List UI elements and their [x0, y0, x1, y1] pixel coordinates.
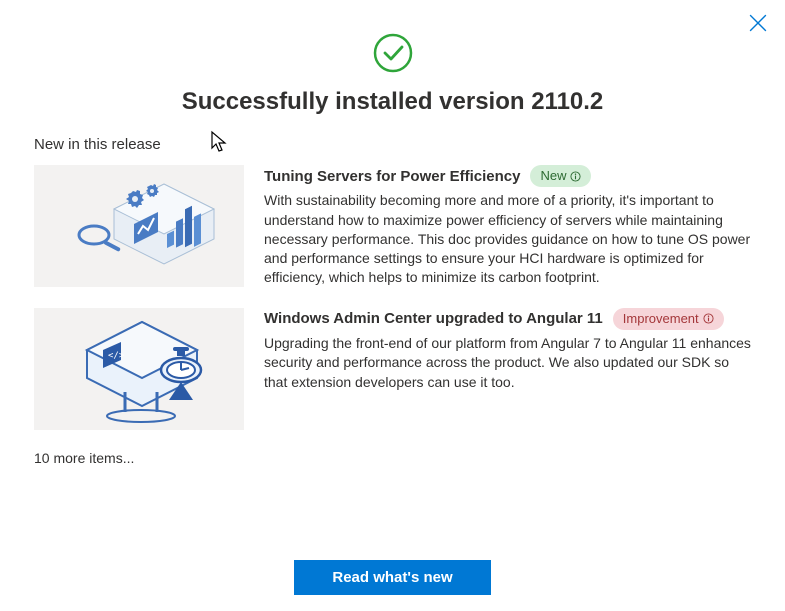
release-title-row: Tuning Servers for Power Efficiency New: [264, 165, 751, 187]
release-thumbnail: [34, 165, 244, 287]
more-items-link[interactable]: 10 more items...: [0, 450, 785, 466]
release-title: Tuning Servers for Power Efficiency: [264, 166, 520, 187]
release-body: Tuning Servers for Power Efficiency New …: [264, 165, 751, 288]
read-whats-new-button[interactable]: Read what's new: [294, 560, 490, 595]
new-badge: New: [530, 165, 591, 187]
release-title-row: Windows Admin Center upgraded to Angular…: [264, 308, 751, 330]
svg-text:</>: </>: [108, 351, 125, 361]
info-icon: [570, 171, 581, 182]
release-description: Upgrading the front-end of our platform …: [264, 334, 751, 392]
angular-upgrade-illustration-icon: </>: [59, 314, 219, 424]
release-notes-section: New in this release: [0, 136, 785, 430]
improvement-badge: Improvement: [613, 308, 724, 330]
page-title: Successfully installed version 2110.2: [0, 88, 785, 116]
close-button[interactable]: [749, 14, 767, 32]
header: Successfully installed version 2110.2: [0, 0, 785, 116]
release-body: Windows Admin Center upgraded to Angular…: [264, 308, 751, 430]
release-thumbnail: </>: [34, 308, 244, 430]
badge-label: Improvement: [623, 310, 699, 328]
release-item: </> Windows Admin Ce: [34, 308, 751, 430]
release-description: With sustainability becoming more and mo…: [264, 191, 751, 288]
footer: Read what's new: [0, 560, 785, 595]
section-heading: New in this release: [34, 136, 751, 153]
success-check-icon: [372, 32, 414, 74]
server-tuning-illustration-icon: [59, 176, 219, 276]
badge-label: New: [540, 167, 566, 185]
release-item: Tuning Servers for Power Efficiency New …: [34, 165, 751, 288]
close-icon: [749, 14, 767, 32]
release-title: Windows Admin Center upgraded to Angular…: [264, 308, 603, 329]
info-icon: [703, 313, 714, 324]
